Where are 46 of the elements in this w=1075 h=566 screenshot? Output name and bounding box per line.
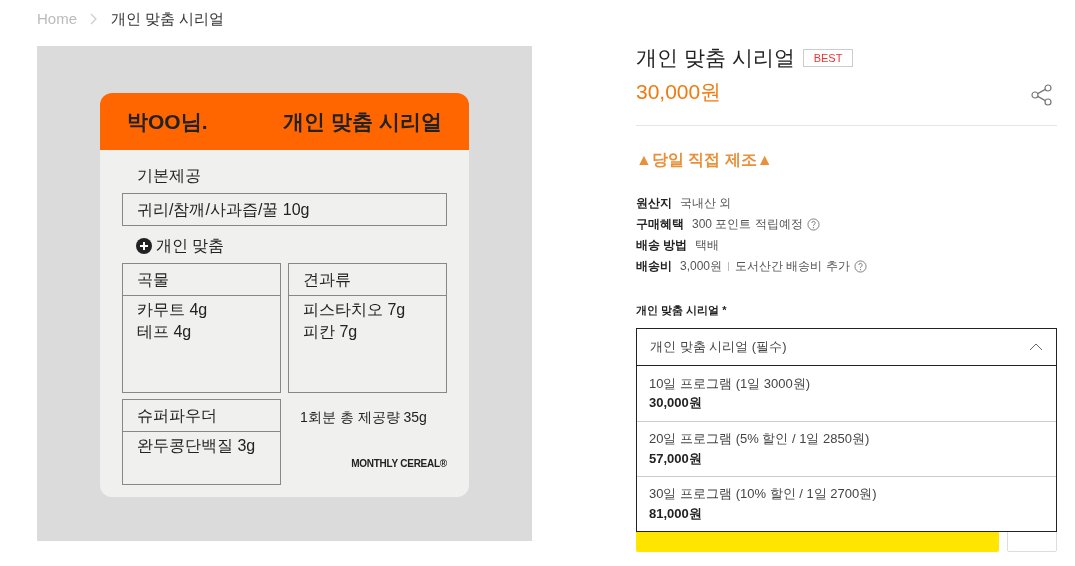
share-icon[interactable] [1031,84,1053,107]
help-icon[interactable] [806,217,820,231]
info-label: 원산지 [636,195,672,212]
info-label: 배송 방법 [636,237,688,254]
option-price: 81,000원 [649,504,703,523]
brand-label: MONTHLY CEREAL® [351,457,447,471]
info-value: 300 포인트 적립예정 [692,216,803,233]
info-value: 3,000원 [680,258,723,275]
plus-circle-icon [136,238,152,254]
product-price: 30,000원 [636,78,722,105]
ingredient-amount: 테프 4g [137,322,193,342]
help-icon[interactable] [853,259,867,273]
info-value: 택배 [695,237,720,254]
info-label: 구매혜택 [636,216,684,233]
info-label: 배송비 [636,258,672,275]
option-select[interactable]: 개인 맞춤 시리얼 (필수) [636,327,1057,366]
ingredient-heading: 견과류 [289,264,446,296]
chevron-right-icon [90,13,98,25]
option-item[interactable]: 20일 프로그램 (5% 할인 / 1일 2850원) 57,000원 [637,420,1056,476]
ingredient-amount: 카무트 4g [137,300,209,320]
ingredient-amount: 완두콩단백질 3g [137,436,257,456]
option-price: 57,000원 [649,449,703,468]
card-title: 개인 맞춤 시리얼 [283,108,442,135]
base-items-box: 귀리/참깨/사과즙/꿀 10g [122,193,447,226]
section-heading: 개인 맞춤 [156,236,225,256]
total-amount: 1회분 총 제공량 35g [300,408,428,427]
ingredient-amount: 피칸 7g [303,322,359,342]
option-item[interactable]: 30일 프로그램 (10% 할인 / 1일 2700원) 81,000원 [637,475,1056,531]
info-value: 국내산 외 [680,195,732,212]
ingredient-heading: 곡물 [123,264,280,296]
option-name: 20일 프로그램 (5% 할인 / 1일 2850원) [649,430,871,448]
product-title: 개인 맞춤 시리얼 [636,45,795,71]
notice-text: ▲당일 직접 제조▲ [636,150,774,170]
option-label: 개인 맞춤 시리얼 * [636,303,728,318]
info-note: 도서산간 배송비 추가 [735,258,850,275]
section-heading: 기본제공 [137,166,202,186]
option-price: 30,000원 [649,394,703,412]
option-name: 30일 프로그램 (10% 할인 / 1일 2700원) [649,485,878,503]
option-item[interactable]: 10일 프로그램 (1일 3000원) 30,000원 [637,365,1056,421]
ingredient-amount: 피스타치오 7g [303,300,407,320]
best-badge: BEST [802,48,854,67]
chevron-up-icon [1029,342,1043,351]
option-name: 10일 프로그램 (1일 3000원) [649,374,812,393]
ingredient-heading: 슈퍼파우더 [123,400,280,432]
breadcrumb-current: 개인 맞춤 시리얼 [111,8,225,29]
customer-name: 박OO님. [127,108,208,135]
